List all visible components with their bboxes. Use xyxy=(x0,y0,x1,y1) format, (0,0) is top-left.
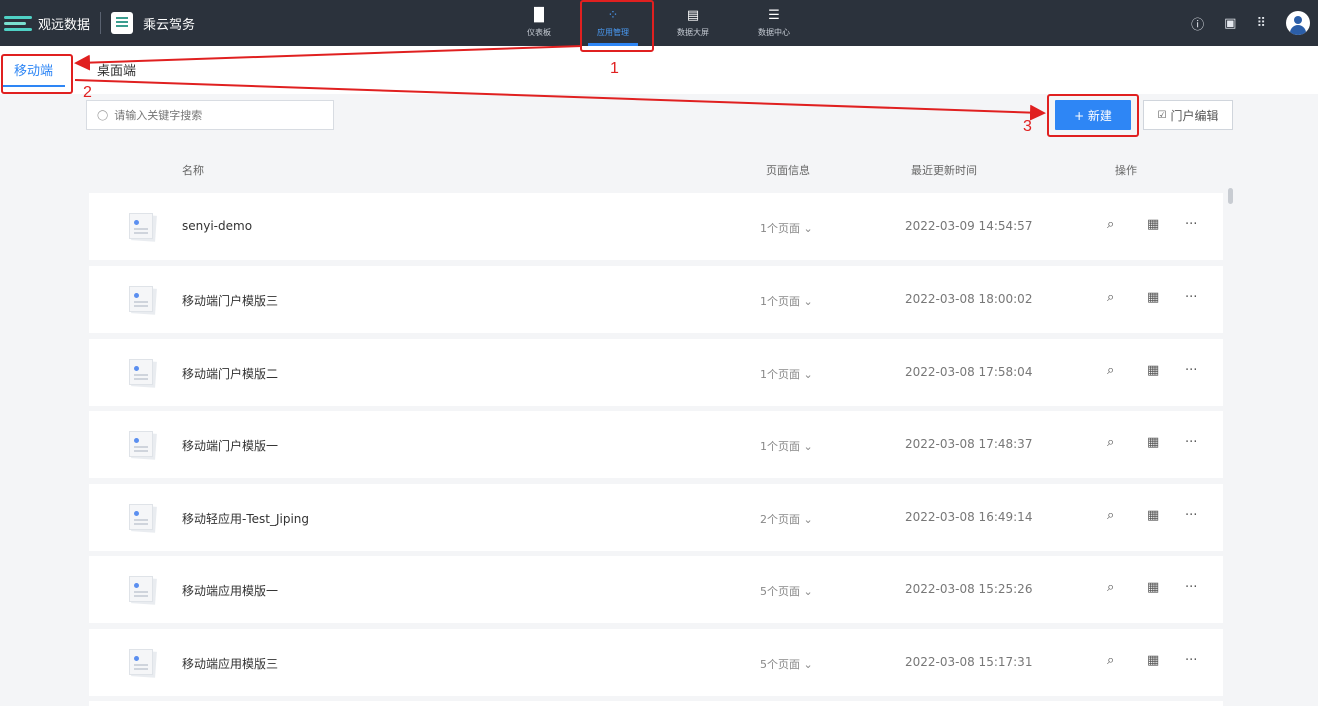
arrow-1-to-2 xyxy=(74,45,583,71)
arrow-2-to-3 xyxy=(74,79,1046,121)
annotation-arrows xyxy=(74,45,1046,121)
